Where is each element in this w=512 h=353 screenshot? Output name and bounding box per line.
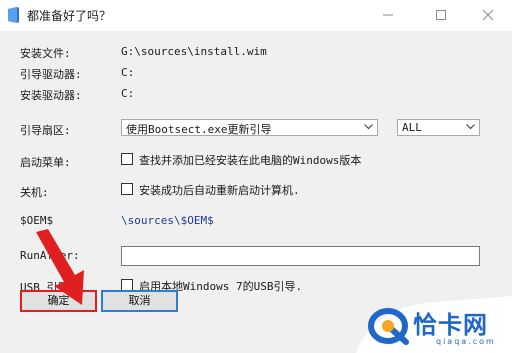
window-title: 都准备好了吗？: [27, 9, 112, 23]
boot-sector-select[interactable]: 使用Bootsect.exe更新引导: [121, 119, 378, 136]
watermark-name: 恰卡网: [413, 311, 488, 339]
chevron-down-icon: [466, 124, 475, 130]
install-drive-value: C:: [121, 87, 135, 100]
close-icon: [482, 9, 494, 21]
app-icon: [8, 7, 19, 23]
title-bar: 都准备好了吗？: [0, 0, 512, 32]
maximize-button[interactable]: [418, 0, 464, 30]
chevron-down-icon: [364, 124, 373, 130]
boot-target-selected: ALL: [402, 121, 422, 134]
run-after-label: RunAfter:: [20, 249, 80, 262]
boot-menu-checkbox[interactable]: [121, 153, 133, 165]
maximize-icon: [436, 10, 446, 20]
cancel-button[interactable]: 取消: [101, 290, 178, 312]
boot-sector-label: 引导扇区:: [20, 124, 71, 137]
boot-menu-checkbox-label: 查找并添加已经安装在此电脑的Windows版本: [139, 154, 362, 167]
shutdown-label: 关机:: [20, 186, 49, 199]
ok-button[interactable]: 确定: [20, 290, 97, 312]
boot-sector-selected: 使用Bootsect.exe更新引导: [126, 123, 272, 136]
auto-restart-checkbox-label: 安装成功后自动重新启动计算机.: [139, 184, 300, 197]
boot-drive-label: 引导驱动器:: [20, 68, 82, 81]
minimize-button[interactable]: [365, 0, 411, 30]
boot-menu-label: 启动菜单:: [20, 156, 71, 169]
install-file-label: 安装文件:: [20, 47, 71, 60]
install-file-value: G:\sources\install.wim: [121, 45, 267, 58]
watermark-url: qiaqa.com: [436, 337, 496, 346]
boot-drive-value: C:: [121, 66, 135, 79]
run-after-input[interactable]: [121, 246, 480, 266]
oem-path-link[interactable]: \sources\$OEM$: [121, 214, 214, 227]
install-drive-label: 安装驱动器:: [20, 89, 82, 102]
close-button[interactable]: [465, 0, 511, 30]
auto-restart-checkbox[interactable]: [121, 183, 133, 195]
minimize-icon: [383, 14, 393, 16]
oem-label: $OEM$: [20, 214, 54, 227]
boot-target-select[interactable]: ALL: [397, 119, 480, 136]
